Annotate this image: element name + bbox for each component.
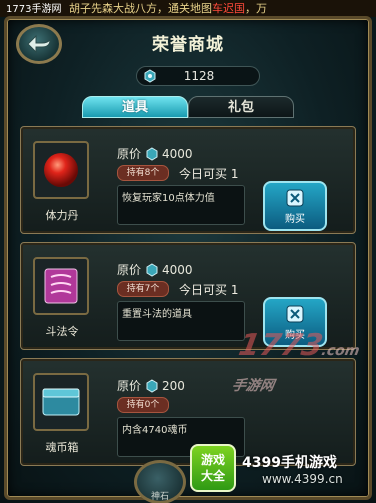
brand-url: www.4399.cn (262, 472, 343, 486)
back-button[interactable] (16, 24, 62, 64)
honor-gem-icon (144, 69, 156, 83)
buy-label: 购买 (285, 214, 305, 225)
item-description: 恢复玩家10点体力值 (117, 185, 245, 225)
price-value: 200 (162, 378, 185, 393)
game-center-logo: 游戏 大全 (190, 444, 236, 492)
bottom-nav-label: 神石 (150, 492, 169, 502)
price-row: 原价 4000 (117, 145, 193, 162)
honor-gem-icon (146, 262, 158, 277)
brand-watermark: 4399手机游戏 (242, 455, 337, 471)
red-orb-icon (44, 153, 78, 187)
item-icon-frame (33, 141, 89, 199)
wm-1773-num: 1773 (236, 328, 326, 363)
item-list: 体力丹 原价 4000 持有8个 今日可买 1 恢复玩家10点体力值 购买 斗法… (20, 122, 356, 502)
top-banner: 1773手游网 胡子先森大战八方，通关地图车迟国，万 (0, 0, 376, 17)
owned-badge: 持有8个 (117, 165, 169, 181)
daily-limit: 今日可买 1 (179, 167, 239, 181)
buy-icon (286, 189, 304, 207)
honor-balance: 1128 (136, 66, 260, 86)
tab-items[interactable]: 道具 (82, 96, 188, 118)
item-icon-frame (33, 373, 89, 431)
banner-text-2: 车迟国 (211, 2, 245, 15)
honor-gem-icon (146, 378, 158, 393)
chest-icon (42, 388, 80, 416)
daily-limit: 今日可买 1 (179, 283, 239, 297)
balance-value: 1128 (183, 69, 215, 83)
purple-scroll-icon (44, 268, 78, 304)
page-title: 荣誉商城 (152, 35, 224, 55)
site-watermark-1773: 1773.com 手游网 (230, 328, 376, 398)
price-value: 4000 (162, 146, 193, 161)
bottom-nav-button[interactable]: 神石 (134, 460, 186, 503)
price-row: 原价 200 (117, 377, 185, 394)
site-watermark: 1773手游网 (6, 4, 62, 15)
buy-icon (286, 305, 304, 323)
item-name: 斗法令 (45, 325, 79, 338)
owned-badge: 持有0个 (117, 397, 169, 413)
item-name: 体力丹 (45, 209, 79, 222)
banner-text-1: 胡子先森大战八方，通关地图 (68, 2, 212, 15)
item-icon-frame (33, 257, 89, 315)
price-row: 原价 4000 (117, 261, 193, 278)
shop-screen: 1773手游网 胡子先森大战八方，通关地图车迟国，万 荣誉商城 1128 道具 … (0, 0, 376, 503)
tab-packs[interactable]: 礼包 (188, 96, 294, 118)
owned-badge: 持有7个 (117, 281, 169, 297)
tab-bar: 道具 礼包 (82, 96, 294, 118)
price-label: 原价 (117, 379, 142, 393)
price-label: 原价 (117, 263, 142, 277)
banner-text-3: ，万 (244, 2, 267, 15)
item-description: 重置斗法的道具 (117, 301, 245, 341)
price-value: 4000 (162, 262, 193, 277)
item-name: 魂币箱 (45, 441, 79, 454)
logo-line-1: 游戏 (200, 453, 225, 467)
buy-button[interactable]: 购买 (263, 181, 327, 231)
back-arrow-icon (27, 34, 51, 54)
honor-gem-icon (146, 146, 158, 161)
price-label: 原价 (117, 147, 142, 161)
list-item: 体力丹 原价 4000 持有8个 今日可买 1 恢复玩家10点体力值 购买 (20, 126, 356, 234)
logo-line-2: 大全 (200, 469, 225, 483)
